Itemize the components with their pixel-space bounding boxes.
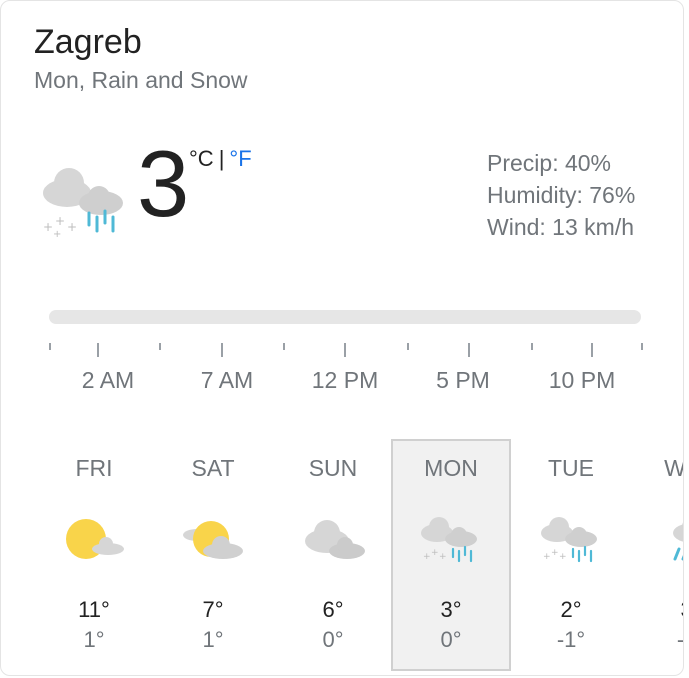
low-temp: 0° xyxy=(440,627,462,652)
high-temp: 6° xyxy=(322,597,344,622)
svg-text:+: + xyxy=(559,552,567,562)
high-temp: 2° xyxy=(560,597,582,622)
low-temp: -2° xyxy=(676,627,684,652)
high-temp: 3° xyxy=(440,597,462,622)
tick-mark xyxy=(407,343,409,350)
precipitation: Precip: 40% xyxy=(487,150,612,176)
forecast-day-fri[interactable]: FRI 11° 1° xyxy=(34,439,154,671)
svg-text:+: + xyxy=(431,548,439,558)
day-name: FRI xyxy=(75,455,113,481)
hour-label: 10 PM xyxy=(548,367,616,393)
tick-mark xyxy=(221,343,223,357)
fahrenheit-unit-button[interactable]: °F xyxy=(229,146,251,171)
svg-text:+: + xyxy=(53,229,61,240)
forecast-day-wed[interactable]: WED 3° -2° xyxy=(631,439,684,671)
tick-mark xyxy=(531,343,533,350)
high-temp: 3° xyxy=(631,597,683,623)
rain-icon xyxy=(673,522,683,561)
svg-text:+: + xyxy=(43,220,53,234)
forecast-day-sun[interactable]: SUN 6° 0° xyxy=(273,439,393,671)
high-temp: 7° xyxy=(202,597,224,622)
hour-label: 5 PM xyxy=(436,367,490,393)
svg-text:+: + xyxy=(67,220,77,234)
tick-mark xyxy=(468,343,470,357)
tick-mark xyxy=(591,343,593,357)
hour-label: 7 AM xyxy=(200,367,254,393)
tick-mark xyxy=(49,343,51,350)
hour-label: 12 PM xyxy=(311,367,379,393)
humidity: Humidity: 76% xyxy=(487,182,636,208)
current-temperature: 3 xyxy=(137,131,190,236)
forecast-day-sat[interactable]: SAT 7° 1° xyxy=(153,439,273,671)
rain-snow-icon: + + + xyxy=(541,517,597,563)
low-temp: 1° xyxy=(202,627,224,652)
cloudy-icon xyxy=(305,520,365,559)
partly-sunny-icon xyxy=(66,519,124,559)
timeline-ticks xyxy=(1,339,683,363)
svg-text:+: + xyxy=(543,552,551,562)
svg-text:+: + xyxy=(55,214,65,228)
low-temp: 1° xyxy=(83,627,105,652)
day-name: WED xyxy=(664,455,684,481)
day-name: SAT xyxy=(191,455,235,481)
tick-mark xyxy=(344,343,346,357)
hourly-timeline-slider[interactable] xyxy=(49,310,641,324)
low-temp: -1° xyxy=(556,627,586,652)
weather-card: Zagreb Mon, Rain and Snow + + + + 3 °C | °… xyxy=(0,0,684,676)
weather-summary: Mon, Rain and Snow xyxy=(34,67,248,93)
svg-text:+: + xyxy=(551,548,559,558)
weather-details: Precip: 40% Humidity: 76% Wind: 13 km/h xyxy=(487,147,635,243)
high-temp: 11° xyxy=(78,597,110,622)
svg-text:+: + xyxy=(423,552,431,562)
forecast-day-tue[interactable]: TUE + + + 2° -1° xyxy=(511,439,631,671)
tick-mark xyxy=(159,343,161,350)
rain-snow-icon: + + + xyxy=(421,517,477,563)
hour-label: 2 AM xyxy=(81,367,135,393)
wind: Wind: 13 km/h xyxy=(487,214,634,240)
day-name: MON xyxy=(424,455,478,481)
rain-snow-icon: + + + + xyxy=(43,168,123,240)
day-name: SUN xyxy=(308,455,358,481)
tick-mark xyxy=(641,343,643,350)
unit-toggle: °C | °F xyxy=(189,146,252,172)
low-temp: 0° xyxy=(322,627,344,652)
forecast-day-mon[interactable]: MON + + + 3° 0° xyxy=(391,439,511,671)
partly-cloudy-icon xyxy=(183,521,243,559)
tick-mark xyxy=(97,343,99,357)
celsius-unit-button[interactable]: °C xyxy=(189,146,214,171)
svg-text:+: + xyxy=(439,552,447,562)
tick-mark xyxy=(283,343,285,350)
day-name: TUE xyxy=(548,455,594,481)
city-name: Zagreb xyxy=(34,23,142,61)
unit-separator: | xyxy=(218,146,225,171)
